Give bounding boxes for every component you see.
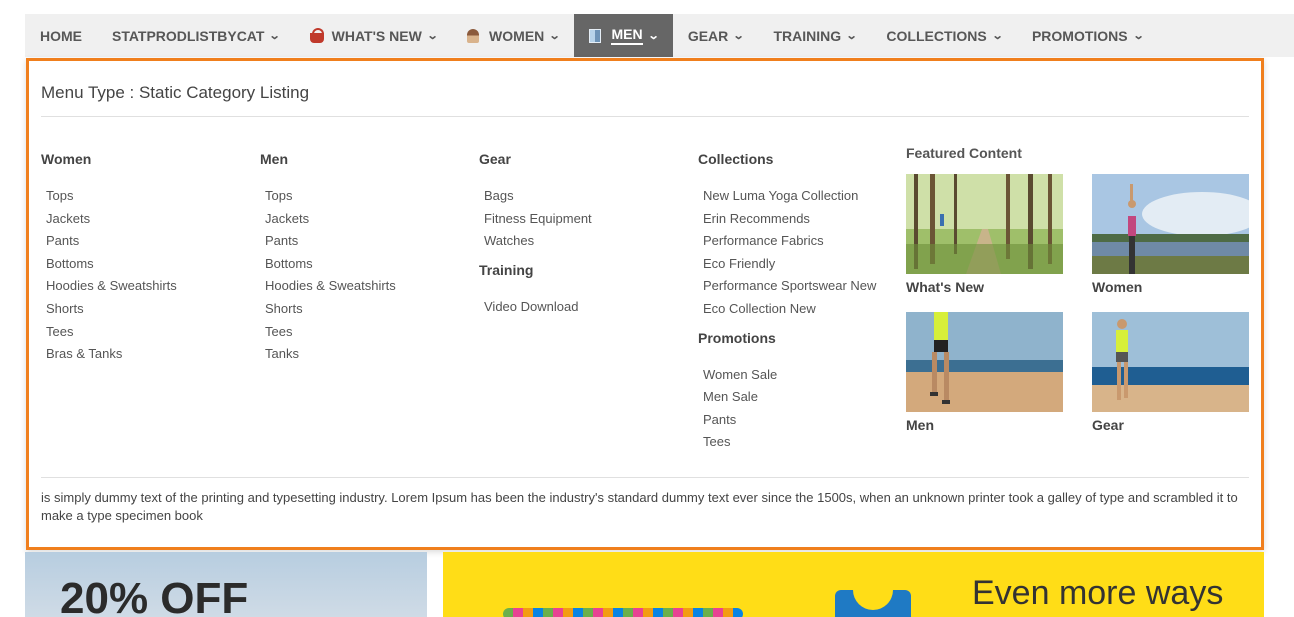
featured-caption-women[interactable]: Women xyxy=(1092,279,1142,295)
gear-list: Bags Fitness Equipment Watches xyxy=(484,185,689,253)
nav-home-label: HOME xyxy=(40,27,82,44)
nav-men-label: MEN xyxy=(611,26,643,45)
promotions-item-women-sale[interactable]: Women Sale xyxy=(703,364,908,387)
men-heading[interactable]: Men xyxy=(260,151,470,167)
men-item-tanks[interactable]: Tanks xyxy=(265,343,470,366)
nav-gear-label: GEAR xyxy=(687,27,729,44)
collections-item-performance-sportswear[interactable]: Performance Sportswear New xyxy=(703,275,908,298)
women-heading[interactable]: Women xyxy=(41,151,251,167)
featured-content: Featured Content What's New Women Men Ge… xyxy=(906,145,1256,433)
chevron-down-icon: ⌄ xyxy=(845,30,858,42)
promotions-list: Women Sale Men Sale Pants Tees xyxy=(703,364,908,454)
colorful-shapes-image xyxy=(503,608,743,617)
men-list: Tops Jackets Pants Bottoms Hoodies & Swe… xyxy=(265,185,470,366)
women-item-bras-tanks[interactable]: Bras & Tanks xyxy=(46,343,251,366)
men-column: Men Tops Jackets Pants Bottoms Hoodies &… xyxy=(260,151,470,366)
collections-item-luma-yoga[interactable]: New Luma Yoga Collection xyxy=(703,185,908,208)
menu-description: is simply dummy text of the printing and… xyxy=(41,490,1238,523)
women-item-pants[interactable]: Pants xyxy=(46,230,251,253)
beach-woman-image[interactable] xyxy=(1092,312,1249,412)
chevron-down-icon: ⌄ xyxy=(269,30,282,42)
featured-caption-men[interactable]: Men xyxy=(906,417,934,433)
collections-item-erin-recommends[interactable]: Erin Recommends xyxy=(703,208,908,231)
gear-item-bags[interactable]: Bags xyxy=(484,185,689,208)
nav-women[interactable]: WOMEN ⌄ xyxy=(452,14,574,57)
woman-icon xyxy=(467,28,481,43)
women-item-bottoms[interactable]: Bottoms xyxy=(46,253,251,276)
collections-list: New Luma Yoga Collection Erin Recommends… xyxy=(703,185,908,321)
nav-collections-label: COLLECTIONS xyxy=(886,27,987,44)
women-item-hoodies[interactable]: Hoodies & Sweatshirts xyxy=(46,275,251,298)
collections-item-eco-collection[interactable]: Eco Collection New xyxy=(703,298,908,321)
women-list: Tops Jackets Pants Bottoms Hoodies & Swe… xyxy=(46,185,251,366)
women-item-tops[interactable]: Tops xyxy=(46,185,251,208)
chevron-down-icon: ⌄ xyxy=(991,30,1004,42)
gear-item-watches[interactable]: Watches xyxy=(484,230,689,253)
women-item-jackets[interactable]: Jackets xyxy=(46,208,251,231)
nav-promotions-label: PROMOTIONS xyxy=(1031,27,1128,44)
banner-right-text: Even more ways xyxy=(972,574,1224,612)
nav-gear[interactable]: GEAR ⌄ xyxy=(673,14,759,57)
nav-training-label: TRAINING xyxy=(773,27,842,44)
divider xyxy=(41,116,1249,117)
women-item-tees[interactable]: Tees xyxy=(46,321,251,344)
nav-collections[interactable]: COLLECTIONS ⌄ xyxy=(871,14,1017,57)
nav-men[interactable]: MEN ⌄ xyxy=(574,14,673,57)
chevron-down-icon: ⌄ xyxy=(548,30,561,42)
yoga-lake-image[interactable] xyxy=(1092,174,1249,274)
nav-home[interactable]: HOME xyxy=(25,14,97,57)
promotions-item-tees[interactable]: Tees xyxy=(703,431,908,454)
nav-statprodlistbycat[interactable]: STATPRODLISTBYCAT ⌄ xyxy=(97,14,295,57)
men-item-tees[interactable]: Tees xyxy=(265,321,470,344)
nav-whats-new[interactable]: WHAT'S NEW ⌄ xyxy=(295,14,452,57)
nav-women-label: WOMEN xyxy=(489,27,545,44)
women-column: Women Tops Jackets Pants Bottoms Hoodies… xyxy=(41,151,251,366)
basket-icon xyxy=(309,27,324,43)
featured-caption-gear[interactable]: Gear xyxy=(1092,417,1124,433)
collections-item-eco-friendly[interactable]: Eco Friendly xyxy=(703,253,908,276)
promotions-item-pants[interactable]: Pants xyxy=(703,409,908,432)
featured-heading: Featured Content xyxy=(906,145,1022,161)
chevron-down-icon: ⌄ xyxy=(1132,30,1145,42)
gear-item-fitness-equipment[interactable]: Fitness Equipment xyxy=(484,208,689,231)
tank-top-image xyxy=(835,588,911,617)
chevron-down-icon: ⌄ xyxy=(732,30,745,42)
men-item-bottoms[interactable]: Bottoms xyxy=(265,253,470,276)
banner-left-text: 20% OFF xyxy=(60,574,249,617)
collections-heading[interactable]: Collections xyxy=(698,151,908,167)
gear-heading[interactable]: Gear xyxy=(479,151,689,167)
promo-banner-left[interactable]: 20% OFF xyxy=(25,552,427,617)
promo-banner-right[interactable]: Even more ways xyxy=(443,552,1264,617)
training-list: Video Download xyxy=(484,296,689,319)
men-item-tops[interactable]: Tops xyxy=(265,185,470,208)
featured-caption-whats-new[interactable]: What's New xyxy=(906,279,984,295)
promotions-heading[interactable]: Promotions xyxy=(698,330,908,346)
men-item-jackets[interactable]: Jackets xyxy=(265,208,470,231)
men-item-hoodies[interactable]: Hoodies & Sweatshirts xyxy=(265,275,470,298)
nav-promotions[interactable]: PROMOTIONS ⌄ xyxy=(1017,14,1158,57)
top-navigation: HOME STATPRODLISTBYCAT ⌄ WHAT'S NEW ⌄ WOME… xyxy=(25,14,1294,57)
gear-column: Gear Bags Fitness Equipment Watches Trai… xyxy=(479,151,689,318)
women-item-shorts[interactable]: Shorts xyxy=(46,298,251,321)
chevron-down-icon: ⌄ xyxy=(426,30,439,42)
training-item-video-download[interactable]: Video Download xyxy=(484,296,689,319)
nav-statprodlistbycat-label: STATPRODLISTBYCAT xyxy=(112,27,265,44)
nav-whats-new-label: WHAT'S NEW xyxy=(331,27,422,44)
mega-menu-panel: Menu Type : Static Category Listing Wome… xyxy=(26,58,1264,550)
chevron-down-icon: ⌄ xyxy=(647,30,660,42)
menu-type-heading: Menu Type : Static Category Listing xyxy=(41,83,310,102)
nav-training[interactable]: TRAINING ⌄ xyxy=(759,14,872,57)
promotions-item-men-sale[interactable]: Men Sale xyxy=(703,386,908,409)
men-icon xyxy=(589,28,603,43)
collections-item-performance-fabrics[interactable]: Performance Fabrics xyxy=(703,230,908,253)
divider xyxy=(41,477,1249,478)
beach-runner-image[interactable] xyxy=(906,312,1063,412)
training-heading[interactable]: Training xyxy=(479,262,689,278)
men-item-shorts[interactable]: Shorts xyxy=(265,298,470,321)
forest-trail-image[interactable] xyxy=(906,174,1063,274)
collections-column: Collections New Luma Yoga Collection Eri… xyxy=(698,151,908,454)
men-item-pants[interactable]: Pants xyxy=(265,230,470,253)
